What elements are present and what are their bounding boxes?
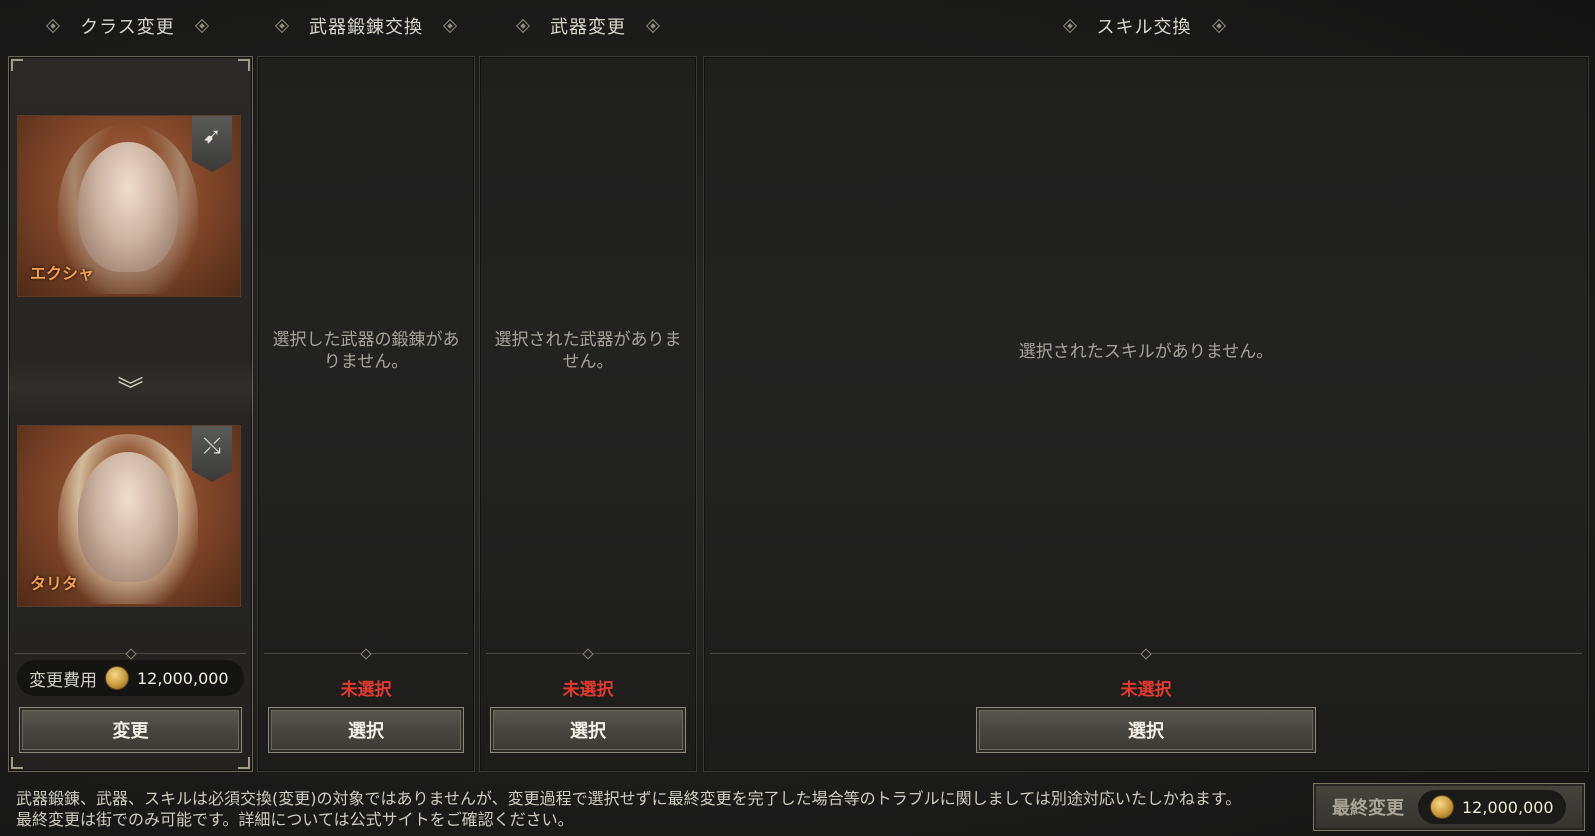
header-weapon-change-label: 武器変更 [550,17,626,38]
chevron-down-icon: ︾ [9,357,252,419]
divider [264,648,468,660]
header-weapon-change: 武器変更 [477,0,699,52]
header-weapon-refine-label: 武器鍛錬交換 [309,17,423,38]
final-cost-display: 12,000,000 [1418,790,1566,824]
final-change-button[interactable]: 最終変更 12,000,000 [1313,783,1585,831]
divider [486,648,690,660]
corner-ornament [238,59,250,71]
header-skill-exchange-label: スキル交換 [1096,17,1192,38]
cost-value: 12,000,000 [137,668,229,688]
corner-ornament [238,757,250,769]
final-change-label: 最終変更 [1332,798,1404,819]
weapon-change-panel: 選択された武器がありません。 未選択 選択 [479,56,697,772]
footer-note-line2: 最終変更は街でのみ可能です。詳細については公式サイトをご確認ください。 [16,810,574,829]
weapon-select-button[interactable]: 選択 [490,707,686,753]
portrait-face [78,142,178,272]
skill-select-button[interactable]: 選択 [976,707,1316,753]
target-class-name: タリタ [30,574,79,593]
diamond-ornament-icon [515,18,531,34]
divider [710,648,1582,660]
current-class-name: エクシャ [30,264,95,283]
bow-icon: ➹ [192,116,232,172]
diamond-ornament-icon [194,18,209,34]
weapon-status: 未選択 [562,680,614,700]
portrait-face [78,452,178,582]
change-button[interactable]: 変更 [19,707,242,753]
header-weapon-refine: 武器鍛錬交換 [255,0,477,52]
refine-status: 未選択 [340,680,392,700]
gold-coin-icon [1430,795,1454,819]
skill-empty-message: 選択されたスキルがありません。 [1018,342,1274,362]
class-change-panel: ➹ エクシャ ︾ ⤯ タリタ 変更費用 12,000,000 変更 [8,56,253,772]
corner-ornament [11,757,23,769]
diamond-ornament-icon [442,18,458,34]
refine-empty-message: 選択した武器の鍛錬がありません。 [272,330,460,372]
footer-note-line1: 武器鍛錬、武器、スキルは必須交換(変更)の対象ではありませんが、変更過程で選択せ… [16,789,1242,808]
diamond-ornament-icon [1062,18,1077,34]
skill-status: 未選択 [1120,680,1172,700]
header-class-change-label: クラス変更 [80,17,175,38]
weapon-empty-message: 選択された武器がありません。 [494,330,682,372]
diamond-ornament-icon [1211,18,1226,34]
footer-note: 武器鍛錬、武器、スキルは必須交換(変更)の対象ではありませんが、変更過程で選択せ… [16,788,1306,830]
corner-ornament [11,59,23,71]
divider [15,648,246,660]
target-class-portrait[interactable]: ⤯ タリタ [17,425,241,607]
skill-exchange-panel: 選択されたスキルがありません。 未選択 選択 [703,56,1589,772]
cost-label: 変更費用 [29,670,97,691]
diamond-ornament-icon [645,18,661,34]
refine-select-button[interactable]: 選択 [268,707,464,753]
header-skill-exchange: スキル交換 [699,0,1589,52]
gold-coin-icon [105,666,129,690]
diamond-ornament-icon [46,18,61,34]
change-cost-display: 変更費用 12,000,000 [17,660,244,696]
header-class-change: クラス変更 [0,0,255,52]
current-class-portrait[interactable]: ➹ エクシャ [17,115,241,297]
final-cost-value: 12,000,000 [1462,797,1554,817]
diamond-ornament-icon [274,18,290,34]
weapon-refine-panel: 選択した武器の鍛錬がありません。 未選択 選択 [257,56,475,772]
crossbow-icon: ⤯ [192,426,232,482]
